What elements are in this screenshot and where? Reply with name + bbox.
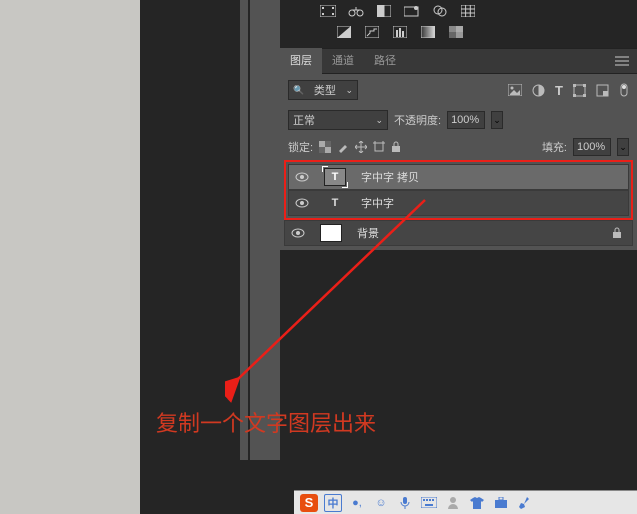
- layer-row[interactable]: T 字中字 拷贝: [288, 164, 629, 190]
- vertical-toolbar: [250, 0, 280, 460]
- gradient-map-icon[interactable]: [420, 25, 436, 38]
- balance-icon[interactable]: [348, 4, 364, 17]
- layer-thumbnail: T: [315, 168, 355, 186]
- visibility-toggle[interactable]: [289, 198, 315, 208]
- bg-layer-icon: [320, 224, 342, 242]
- ime-taskbar: S 中 ●, ☺: [294, 490, 637, 514]
- panel-tabs: 图层 通道 路径: [280, 48, 637, 74]
- filter-adjustment-icon[interactable]: [532, 84, 545, 97]
- visibility-toggle[interactable]: [289, 172, 315, 182]
- fill-label: 填充:: [542, 139, 567, 155]
- layer-filter-row: 🔍 类型 ⌄ T: [280, 74, 637, 106]
- blend-row: 正常 ⌄ 不透明度: 100% ⌄: [280, 106, 637, 134]
- lock-icons: [319, 141, 401, 153]
- mic-icon[interactable]: [396, 494, 414, 512]
- invert-icon[interactable]: [336, 25, 352, 38]
- skin-icon[interactable]: [468, 494, 486, 512]
- layer-name[interactable]: 背景: [351, 225, 612, 241]
- fill-input[interactable]: 100%: [573, 138, 611, 156]
- settings-icon[interactable]: [516, 494, 534, 512]
- chevron-down-icon: ⌄: [375, 115, 383, 126]
- bw-icon[interactable]: [376, 4, 392, 17]
- opacity-dropdown[interactable]: ⌄: [491, 111, 503, 129]
- toolbox-icon[interactable]: [492, 494, 510, 512]
- filter-smart-icon[interactable]: [596, 84, 609, 97]
- tab-paths[interactable]: 路径: [364, 48, 406, 74]
- threshold-icon[interactable]: [392, 25, 408, 38]
- layer-thumbnail: [311, 224, 351, 242]
- film-icon[interactable]: [320, 4, 336, 17]
- posterize-icon[interactable]: [364, 25, 380, 38]
- lock-position-icon[interactable]: [355, 141, 367, 153]
- layer-name[interactable]: 字中字 拷贝: [355, 169, 628, 185]
- photo-filter-icon[interactable]: [404, 4, 420, 17]
- opacity-label: 不透明度:: [394, 112, 441, 128]
- lock-row: 锁定: 填充: 100% ⌄: [280, 134, 637, 160]
- text-layer-icon: T: [324, 168, 346, 186]
- fill-dropdown[interactable]: ⌄: [617, 138, 629, 156]
- lock-label: 锁定:: [288, 139, 313, 155]
- annotation-text: 复制一个文字图层出来: [156, 406, 376, 438]
- tab-layers[interactable]: 图层: [280, 48, 322, 74]
- filter-shape-icon[interactable]: [573, 84, 586, 97]
- adjustments-row-2: [280, 21, 637, 42]
- layer-row[interactable]: T 字中字: [288, 190, 629, 216]
- tab-channels[interactable]: 通道: [322, 48, 364, 74]
- selective-color-icon[interactable]: [448, 25, 464, 38]
- punct-icon[interactable]: ●,: [348, 494, 366, 512]
- keyboard-icon[interactable]: [420, 494, 438, 512]
- lock-icon: [612, 227, 622, 239]
- ime-mode-icon[interactable]: 中: [324, 494, 342, 512]
- lock-transparency-icon[interactable]: [319, 141, 331, 153]
- filter-icons: T: [508, 83, 629, 98]
- blend-mode-value: 正常: [293, 112, 315, 128]
- app-background: 图层 通道 路径 🔍 类型 ⌄ T 正常: [140, 0, 637, 514]
- kind-label: 类型: [314, 82, 336, 98]
- text-layer-icon: T: [324, 194, 346, 212]
- search-icon: 🔍: [293, 85, 304, 96]
- lock-all-icon[interactable]: [391, 141, 401, 153]
- layer-row[interactable]: 背景: [284, 220, 633, 246]
- lock-brush-icon[interactable]: [337, 141, 349, 153]
- filter-type-icon[interactable]: T: [555, 83, 563, 98]
- layer-name[interactable]: 字中字: [355, 195, 628, 211]
- lock-artboard-icon[interactable]: [373, 141, 385, 153]
- blend-mode-select[interactable]: 正常 ⌄: [288, 110, 388, 130]
- chevron-down-icon: ⌄: [345, 85, 353, 96]
- filter-pixel-icon[interactable]: [508, 84, 522, 96]
- lut-icon[interactable]: [460, 4, 476, 17]
- opacity-input[interactable]: 100%: [447, 111, 485, 129]
- channel-mixer-icon[interactable]: [432, 4, 448, 17]
- sogou-logo-icon[interactable]: S: [300, 494, 318, 512]
- filter-toggle-icon[interactable]: [619, 83, 629, 97]
- emoji-icon[interactable]: ☺: [372, 494, 390, 512]
- adjustments-row-1: [280, 0, 637, 21]
- visibility-toggle[interactable]: [285, 228, 311, 238]
- kind-select[interactable]: 🔍 类型 ⌄: [288, 80, 358, 100]
- user-icon[interactable]: [444, 494, 462, 512]
- canvas-edge: [240, 0, 248, 460]
- panels-area: 图层 通道 路径 🔍 类型 ⌄ T 正常: [280, 0, 637, 250]
- panel-menu-icon[interactable]: [615, 56, 629, 66]
- layer-thumbnail: T: [315, 194, 355, 212]
- layers-list: T 字中字 拷贝 T 字中字 背景: [280, 160, 637, 250]
- annotation-highlight: T 字中字 拷贝 T 字中字: [284, 160, 633, 220]
